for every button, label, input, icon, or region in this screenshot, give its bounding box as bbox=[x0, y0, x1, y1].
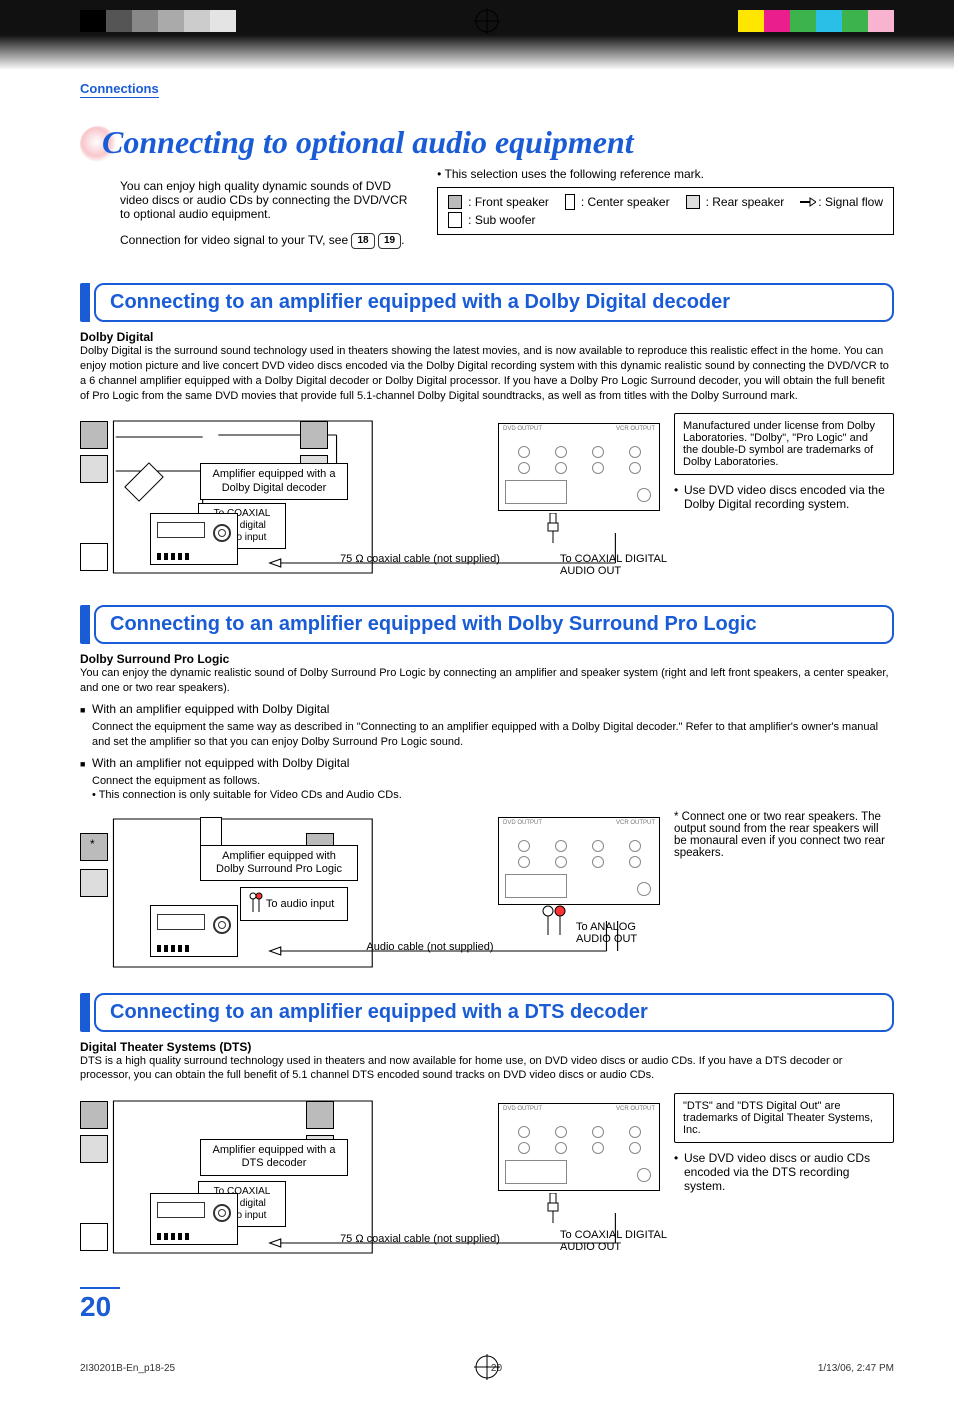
receiver-icon bbox=[150, 1193, 238, 1245]
bullet-without-dd: With an amplifier not equipped with Dolb… bbox=[80, 756, 894, 770]
heading-accent-bar bbox=[80, 283, 90, 322]
rear-speaker-l-icon bbox=[80, 1135, 108, 1163]
cable-label-c: 75 Ω coaxial cable (not supplied) bbox=[330, 1233, 510, 1245]
front-speaker-icon bbox=[448, 195, 462, 209]
bullet-without-dd-body: Connect the equipment as follows. bbox=[80, 774, 894, 789]
registration-mark-bottom-icon bbox=[80, 1354, 894, 1385]
diagram-pro-logic: * Amplifier equipped withDolby Surround … bbox=[80, 811, 660, 971]
rear-speaker-l-icon bbox=[80, 455, 108, 483]
dvd-vcr-rear-panel: DVD OUTPUTVCR OUTPUT bbox=[498, 1103, 660, 1191]
dvd-vcr-rear-panel: DVD OUTPUTVCR OUTPUT bbox=[498, 817, 660, 905]
amp-label-box-c: Amplifier equipped with aDTS decoder bbox=[200, 1139, 348, 1175]
cable-label-a: 75 Ω coaxial cable (not supplied) bbox=[330, 553, 510, 565]
front-speaker-l-icon bbox=[80, 1101, 108, 1129]
receiver-icon bbox=[150, 513, 238, 565]
section-heading-dolby-digital: Connecting to an amplifier equipped with… bbox=[94, 283, 894, 322]
dts-trademark-note: "DTS" and "DTS Digital Out" are trademar… bbox=[674, 1093, 894, 1143]
subheading-dts: Digital Theater Systems (DTS) bbox=[80, 1040, 894, 1054]
audio-out-label-c: To COAXIAL DIGITALAUDIO OUT bbox=[560, 1229, 710, 1253]
coaxial-plug-icon bbox=[546, 1193, 560, 1223]
front-speaker-r-icon bbox=[306, 1101, 334, 1129]
cable-label-b: Audio cable (not supplied) bbox=[350, 941, 510, 953]
subheading-pro-logic: Dolby Surround Pro Logic bbox=[80, 652, 894, 666]
footer-doc-id: 2I30201B-En_p18-25 bbox=[80, 1363, 175, 1374]
audio-out-label-a: To COAXIAL DIGITALAUDIO OUT bbox=[560, 553, 710, 577]
dolby-license-note: Manufactured under license from Dolby La… bbox=[674, 413, 894, 475]
receiver-icon bbox=[150, 905, 238, 957]
bullet-with-dd-body: Connect the equipment the same way as de… bbox=[80, 720, 894, 750]
subwoofer-icon bbox=[448, 212, 462, 228]
coaxial-plug-icon bbox=[546, 513, 560, 543]
subwoofer-icon-diagram bbox=[80, 543, 108, 571]
bullet-with-dd: With an amplifier equipped with Dolby Di… bbox=[80, 702, 894, 716]
rear-speaker-star-note: * Connect one or two rear speakers. The … bbox=[674, 811, 894, 859]
bullet-without-dd-note: • This connection is only suitable for V… bbox=[80, 789, 894, 801]
body-pro-logic: You can enjoy the dynamic realistic soun… bbox=[80, 666, 894, 696]
legend-box: : Front speaker : Center speaker : Rear … bbox=[437, 187, 894, 235]
page-number: 20 bbox=[80, 1287, 120, 1323]
body-dolby-digital: Dolby Digital is the surround sound tech… bbox=[80, 344, 894, 403]
amp-label-box: Amplifier equipped with aDolby Digital d… bbox=[200, 463, 348, 499]
rear-speaker-icon bbox=[686, 195, 700, 209]
dolby-usage-note: Use DVD video discs encoded via the Dolb… bbox=[674, 483, 894, 511]
section-heading-pro-logic: Connecting to an amplifier equipped with… bbox=[94, 605, 894, 644]
intro-paragraph-2: Connection for video signal to your TV, … bbox=[120, 233, 413, 249]
reference-mark-note: • This selection uses the following refe… bbox=[437, 167, 894, 181]
section-heading-dts: Connecting to an amplifier equipped with… bbox=[94, 993, 894, 1032]
registration-swatches bbox=[80, 10, 894, 32]
star-marker: * bbox=[90, 837, 95, 851]
page-ref-19: 19 bbox=[378, 233, 401, 249]
audio-out-label-b: To ANALOGAUDIO OUT bbox=[576, 921, 686, 945]
dvd-vcr-rear-panel: DVD OUTPUTVCR OUTPUT bbox=[498, 423, 660, 511]
front-speaker-l-icon bbox=[80, 421, 108, 449]
print-gradient-bar bbox=[0, 0, 954, 70]
subheading-dolby-digital: Dolby Digital bbox=[80, 330, 894, 344]
dts-usage-note: Use DVD video discs or audio CDs encoded… bbox=[674, 1151, 894, 1193]
diagram-dolby-digital: Amplifier equipped with aDolby Digital d… bbox=[80, 413, 660, 583]
footer-timestamp: 1/13/06, 2:47 PM bbox=[818, 1363, 894, 1374]
heading-accent-bar bbox=[80, 605, 90, 644]
front-speaker-r-icon bbox=[300, 421, 328, 449]
subwoofer-icon-diagram bbox=[80, 1223, 108, 1251]
signal-flow-icon bbox=[800, 196, 812, 208]
rear-speaker-icon bbox=[80, 869, 108, 897]
amp-label-box-b: Amplifier equipped withDolby Surround Pr… bbox=[200, 845, 358, 881]
diagram-dts: Amplifier equipped with aDTS decoder To … bbox=[80, 1093, 660, 1263]
page-title: Connecting to optional audio equipment bbox=[80, 124, 894, 161]
rca-plugs-icon bbox=[542, 905, 566, 940]
to-audio-input-label: To audio input bbox=[240, 887, 348, 921]
running-head: Connections bbox=[80, 81, 159, 98]
heading-accent-bar bbox=[80, 993, 90, 1032]
registration-mark-icon bbox=[474, 8, 500, 34]
intro-paragraph-1: You can enjoy high quality dynamic sound… bbox=[120, 179, 413, 221]
page-ref-18: 18 bbox=[351, 233, 374, 249]
body-dts: DTS is a high quality surround technolog… bbox=[80, 1054, 894, 1084]
center-speaker-icon bbox=[565, 194, 575, 210]
